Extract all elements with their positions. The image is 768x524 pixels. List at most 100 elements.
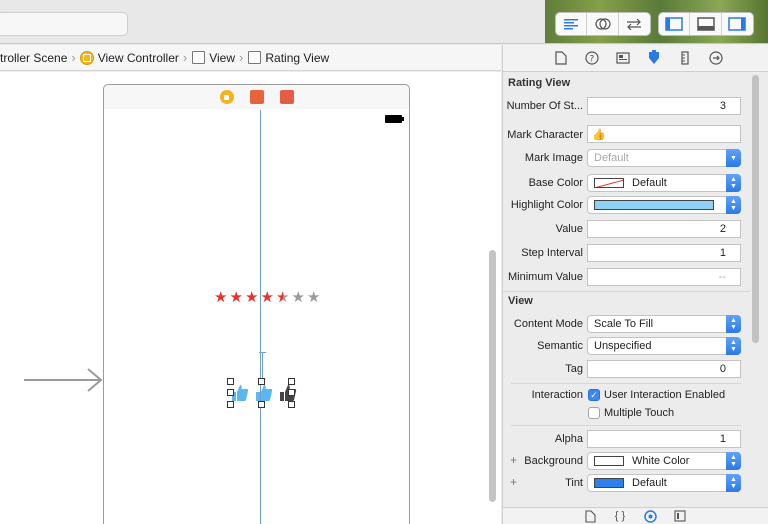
svg-text:?: ?	[590, 55, 595, 65]
mark-character-field[interactable]: 👍	[587, 125, 741, 143]
mark-character-value: 👍	[592, 128, 606, 141]
content-mode-value: Scale To Fill	[594, 318, 654, 330]
exit-icon[interactable]	[279, 90, 294, 104]
semantic-popup[interactable]: Unspecified ▲ ▼	[587, 337, 741, 355]
tint-label: Tint	[565, 477, 583, 489]
media-library-icon[interactable]	[673, 509, 687, 523]
battery-icon	[385, 115, 404, 123]
first-responder-icon[interactable]	[249, 90, 264, 104]
minimum-value-stepper[interactable]: ▲▼	[747, 267, 750, 287]
content-mode-label: Content Mode	[513, 318, 583, 330]
chevron-updown-icon: ▲ ▼	[726, 474, 741, 492]
object-library-icon[interactable]	[643, 509, 657, 523]
alignment-guide	[260, 110, 261, 524]
alpha-field[interactable]: 1	[587, 430, 741, 448]
resize-handle[interactable]	[288, 378, 295, 385]
connections-inspector-tab[interactable]	[705, 47, 727, 69]
interaction-label: Interaction	[531, 389, 583, 401]
breadcrumb-view[interactable]: View ›	[191, 50, 243, 65]
user-interaction-checkbox[interactable]: ✓	[588, 389, 600, 401]
standard-editor-button[interactable]	[556, 13, 588, 35]
chevron-up-icon: ▲	[749, 270, 750, 277]
chevron-up-icon: ▲	[749, 99, 750, 106]
number-of-stars-stepper[interactable]: ▲▼	[747, 96, 750, 116]
resize-handle[interactable]	[258, 401, 265, 408]
identity-inspector-tab[interactable]	[612, 47, 634, 69]
chevron-updown-icon: ▲ ▼	[726, 174, 741, 192]
color-swatch	[594, 178, 624, 188]
step-interval-stepper[interactable]: ▲▼	[747, 243, 750, 263]
arrow-circle-icon	[709, 51, 723, 65]
star-rating-view[interactable]: ★ ★ ★ ★ ★ ★ ★	[213, 290, 322, 306]
version-editor-button[interactable]	[619, 13, 650, 35]
storyboard-canvas[interactable]: ★ ★ ★ ★ ★ ★ ★	[0, 72, 501, 524]
resize-handle[interactable]	[258, 378, 265, 385]
tint-color-popup[interactable]: Default ▲ ▼	[587, 474, 741, 492]
value-label: Value	[555, 223, 583, 235]
breadcrumb-view-label: View	[209, 50, 236, 65]
minimum-value-field[interactable]: --	[587, 268, 741, 286]
debug-area-toggle-button[interactable]	[690, 13, 722, 35]
breadcrumb-view-controller[interactable]: View Controller ›	[79, 50, 187, 65]
base-color-label: Base Color	[528, 177, 583, 189]
breadcrumb-rating-view-label: Rating View	[265, 50, 330, 65]
panel-toggle-segmented-control[interactable]	[658, 12, 754, 36]
highlight-color-popup[interactable]: ▲ ▼	[587, 196, 741, 214]
semantic-label: Semantic	[537, 340, 583, 352]
quick-help-tab[interactable]: ?	[581, 47, 603, 69]
breadcrumb-rating-view[interactable]: Rating View	[247, 51, 329, 65]
chevron-down-icon[interactable]: ▼	[726, 149, 741, 167]
tint-value: Default	[632, 477, 667, 489]
right-panel-icon	[728, 17, 747, 31]
chevron-up-icon: ▲	[749, 222, 750, 229]
multiple-touch-checkbox[interactable]	[588, 407, 600, 419]
mark-image-combo[interactable]: Default ▼	[587, 149, 741, 167]
resize-handle[interactable]	[288, 389, 295, 396]
chevron-updown-icon: ▲ ▼	[726, 337, 741, 355]
chevron-right-icon: ›	[239, 50, 244, 65]
value-stepper[interactable]: ▲▼	[747, 219, 750, 239]
version-editor-icon	[627, 18, 642, 30]
value-field[interactable]: 2	[587, 220, 741, 238]
view-icon	[191, 51, 205, 64]
canvas-scrollbar[interactable]	[489, 250, 496, 502]
view-section-title: View	[508, 295, 533, 307]
inspector-tabs: ?	[503, 45, 768, 72]
editor-mode-segmented-control[interactable]	[555, 12, 651, 36]
assistant-editor-button[interactable]	[587, 13, 619, 35]
half-star-icon: ★	[276, 289, 290, 306]
file-template-icon[interactable]	[583, 509, 597, 523]
number-of-stars-field[interactable]: 3	[587, 97, 741, 115]
resize-handle[interactable]	[227, 389, 234, 396]
utilities-toggle-button[interactable]	[722, 13, 753, 35]
view-controller-icon[interactable]	[219, 90, 234, 104]
resize-handle[interactable]	[227, 378, 234, 385]
semantic-value: Unspecified	[594, 340, 652, 352]
alpha-stepper[interactable]: ▲▼	[747, 429, 750, 449]
star-icon: ★	[214, 289, 228, 306]
tag-field[interactable]: 0	[587, 360, 741, 378]
identity-card-icon	[616, 52, 630, 64]
scheme-selector[interactable]	[0, 12, 128, 36]
view-controller-scene[interactable]	[103, 109, 410, 524]
highlight-color-label: Highlight Color	[510, 199, 583, 211]
resize-handle[interactable]	[288, 401, 295, 408]
content-mode-popup[interactable]: Scale To Fill ▲ ▼	[587, 315, 741, 333]
background-color-popup[interactable]: White Color ▲ ▼	[587, 452, 741, 470]
resize-handle[interactable]	[227, 401, 234, 408]
mark-image-value: Default	[594, 152, 629, 164]
window-toolbar	[0, 0, 768, 44]
code-snippet-icon[interactable]: { }	[613, 509, 627, 523]
step-interval-field[interactable]: 1	[587, 244, 741, 262]
inspector-scrollbar[interactable]	[752, 75, 759, 343]
star-icon: ★	[291, 289, 305, 306]
tag-stepper[interactable]: ▲▼	[747, 359, 750, 379]
base-color-popup[interactable]: Default ▲ ▼	[587, 174, 741, 192]
attributes-inspector-tab[interactable]	[643, 47, 665, 69]
file-inspector-tab[interactable]	[550, 47, 572, 69]
size-inspector-tab[interactable]	[674, 47, 696, 69]
breadcrumb-scene-label: troller Scene	[0, 50, 68, 65]
breadcrumb-scene[interactable]: troller Scene ›	[0, 50, 76, 65]
mark-character-label: Mark Character	[507, 129, 583, 141]
navigator-toggle-button[interactable]	[659, 13, 691, 35]
